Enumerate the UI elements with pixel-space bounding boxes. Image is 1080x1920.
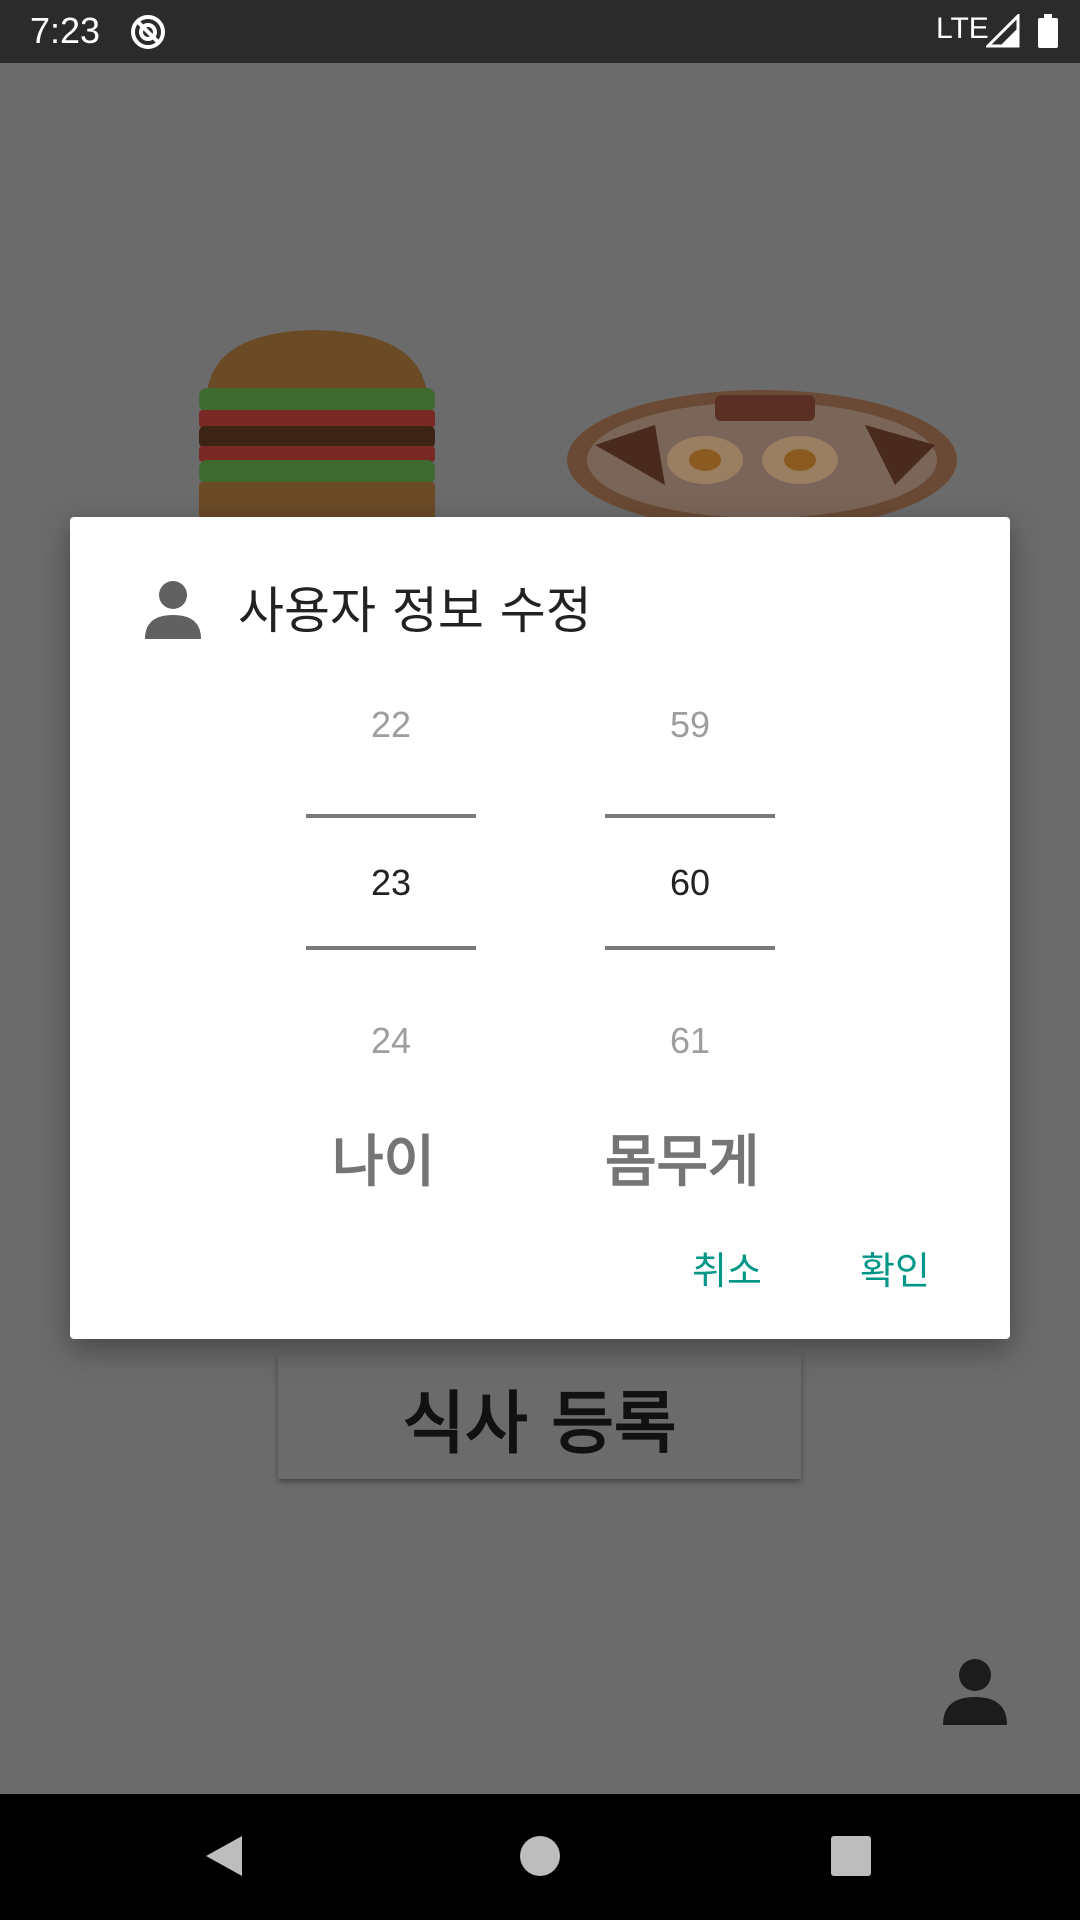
age-prev-value[interactable]: 22 bbox=[306, 704, 476, 746]
weight-picker-divider-bottom bbox=[605, 946, 775, 950]
dialog-title: 사용자 정보 수정 bbox=[238, 582, 592, 640]
weight-picker-divider-top bbox=[605, 814, 775, 818]
cancel-button[interactable]: 취소 bbox=[692, 1240, 762, 1295]
confirm-button[interactable]: 확인 bbox=[860, 1240, 930, 1295]
person-icon bbox=[145, 581, 201, 639]
status-bar: 7:23 LTE bbox=[0, 0, 1080, 63]
recents-icon[interactable] bbox=[829, 1834, 873, 1878]
age-picker-divider-top bbox=[306, 814, 476, 818]
register-meal-button[interactable]: 식사 등록 bbox=[278, 1355, 801, 1479]
battery-icon bbox=[1038, 14, 1058, 48]
breakfast-plate-image[interactable] bbox=[565, 365, 960, 520]
edit-user-info-dialog: 사용자 정보 수정 22 23 24 59 60 61 나이 몸무게 취소 확인 bbox=[70, 517, 1010, 1339]
status-time: 7:23 bbox=[30, 10, 101, 51]
age-selected-value[interactable]: 23 bbox=[306, 862, 476, 904]
person-icon[interactable] bbox=[940, 1655, 1010, 1725]
back-icon[interactable] bbox=[202, 1834, 246, 1878]
age-next-value[interactable]: 24 bbox=[306, 1020, 476, 1062]
weight-prev-value[interactable]: 59 bbox=[605, 704, 775, 746]
signal-icon bbox=[986, 14, 1020, 48]
age-picker-divider-bottom bbox=[306, 946, 476, 950]
home-icon[interactable] bbox=[518, 1834, 562, 1878]
do-not-disturb-icon bbox=[131, 15, 165, 49]
weight-selected-value[interactable]: 60 bbox=[605, 862, 775, 904]
burger-image[interactable] bbox=[195, 322, 440, 522]
network-type: LTE bbox=[936, 12, 989, 45]
age-label: 나이 bbox=[332, 1130, 436, 1195]
navigation-bar bbox=[0, 1794, 1080, 1920]
weight-label: 몸무게 bbox=[605, 1130, 760, 1195]
weight-next-value[interactable]: 61 bbox=[605, 1020, 775, 1062]
